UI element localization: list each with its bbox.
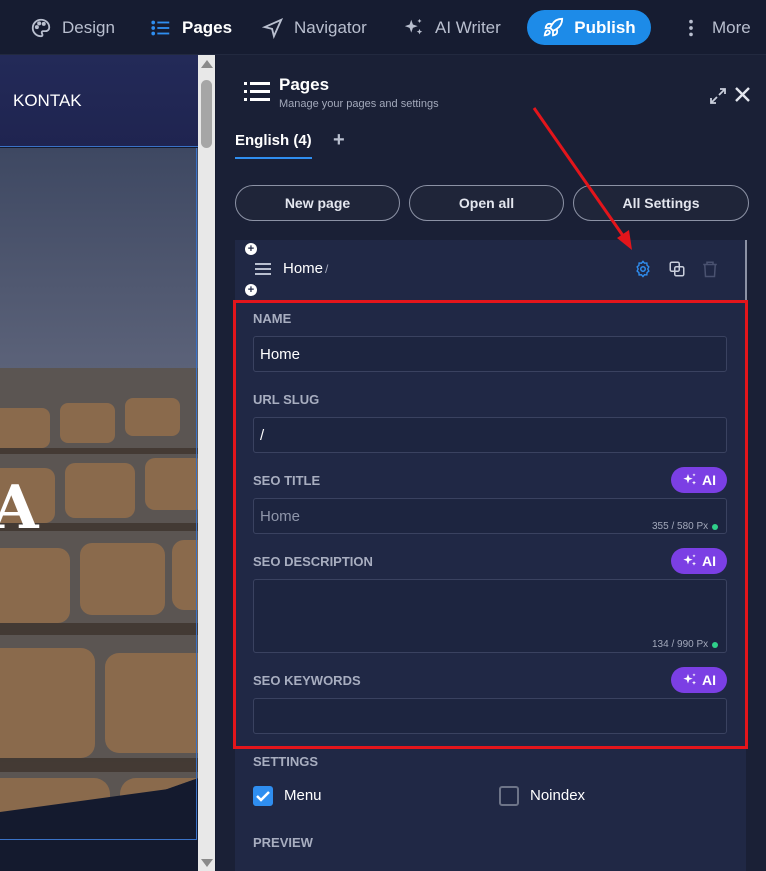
ai-label: AI bbox=[702, 472, 716, 488]
ai-writer-label: AI Writer bbox=[435, 17, 501, 37]
scroll-down-arrow-icon[interactable] bbox=[201, 859, 213, 867]
page-item-title[interactable]: Home / bbox=[283, 260, 328, 277]
publish-label: Publish bbox=[574, 17, 636, 37]
navigation-arrow-icon bbox=[262, 17, 284, 39]
name-input[interactable]: Home bbox=[253, 336, 727, 372]
seo-description-counter-text: 134 / 990 Px bbox=[652, 639, 709, 650]
url-slug-input[interactable]: / bbox=[253, 417, 727, 453]
settings-label: SETTINGS bbox=[253, 754, 319, 769]
more-label: More bbox=[712, 17, 751, 37]
noindex-checkbox[interactable] bbox=[499, 786, 519, 806]
menu-checkbox[interactable] bbox=[253, 786, 273, 806]
noindex-checkbox-label: Noindex bbox=[530, 787, 586, 804]
ai-writer-tab[interactable]: AI Writer bbox=[403, 0, 501, 55]
gear-icon[interactable] bbox=[634, 260, 652, 278]
scroll-up-arrow-icon[interactable] bbox=[201, 60, 213, 68]
add-page-below-icon[interactable]: + bbox=[245, 284, 257, 296]
more-vertical-icon bbox=[689, 19, 693, 36]
nav-link-kontak[interactable]: KONTAK bbox=[13, 91, 82, 111]
pages-tab[interactable]: Pages bbox=[150, 0, 232, 55]
palette-icon bbox=[31, 18, 51, 37]
add-page-above-icon[interactable]: + bbox=[245, 243, 257, 255]
top-toolbar: Design Pages Navigator AI Writer Publish… bbox=[0, 0, 766, 55]
seo-title-counter: 355 / 580 Px bbox=[652, 521, 719, 532]
sparkles-icon bbox=[683, 673, 696, 685]
design-tab[interactable]: Design bbox=[30, 0, 115, 55]
open-all-button[interactable]: Open all bbox=[409, 185, 564, 221]
menu-checkbox-label: Menu bbox=[284, 787, 322, 804]
hero-heading-fragment: A bbox=[0, 473, 39, 543]
more-menu[interactable]: More bbox=[680, 0, 751, 55]
scroll-thumb[interactable] bbox=[201, 80, 212, 148]
page-name-label: Home bbox=[283, 260, 324, 277]
trash-icon bbox=[703, 261, 717, 278]
canvas-scrollbar[interactable] bbox=[198, 55, 215, 871]
card-edge bbox=[745, 240, 747, 300]
seo-title-counter-text: 355 / 580 Px bbox=[652, 521, 709, 532]
url-slug-label: URL SLUG bbox=[253, 392, 320, 407]
preview-label: PREVIEW bbox=[253, 835, 313, 850]
seo-keywords-ai-button[interactable]: AI bbox=[671, 667, 727, 693]
sparkles-icon bbox=[683, 473, 696, 485]
close-icon[interactable] bbox=[734, 86, 751, 103]
sparkles-icon bbox=[404, 18, 423, 34]
status-dot bbox=[712, 641, 719, 648]
ai-label: AI bbox=[702, 553, 716, 569]
status-dot bbox=[712, 523, 719, 530]
panel-subtitle: Manage your pages and settings bbox=[279, 98, 439, 110]
pages-list-icon bbox=[244, 82, 270, 101]
navigator-tab[interactable]: Navigator bbox=[262, 0, 367, 55]
site-navbar: KONTAK bbox=[0, 55, 198, 147]
pages-panel: Pages Manage your pages and settings Eng… bbox=[216, 55, 766, 871]
drag-handle-icon[interactable] bbox=[255, 263, 271, 275]
all-settings-button[interactable]: All Settings bbox=[573, 185, 749, 221]
seo-description-ai-button[interactable]: AI bbox=[671, 548, 727, 574]
list-icon bbox=[151, 20, 170, 35]
add-language-button[interactable]: + bbox=[333, 129, 345, 152]
seo-keywords-label: SEO KEYWORDS bbox=[253, 673, 361, 688]
seo-description-counter: 134 / 990 Px bbox=[652, 639, 719, 650]
checkmark-icon bbox=[256, 791, 270, 802]
seo-title-ai-button[interactable]: AI bbox=[671, 467, 727, 493]
pages-label: Pages bbox=[182, 17, 233, 37]
ai-label: AI bbox=[702, 672, 716, 688]
auditorium-chairs-image bbox=[0, 368, 198, 848]
expand-icon[interactable] bbox=[710, 88, 726, 104]
panel-title: Pages bbox=[279, 75, 330, 94]
tab-english[interactable]: English (4) bbox=[235, 132, 312, 159]
duplicate-icon[interactable] bbox=[668, 260, 686, 278]
sparkles-icon bbox=[683, 554, 696, 566]
page-slug-label: / bbox=[325, 262, 329, 276]
website-canvas[interactable]: A KONTAK bbox=[0, 55, 198, 871]
name-label: NAME bbox=[253, 311, 292, 326]
rocket-icon bbox=[543, 17, 564, 36]
seo-title-label: SEO TITLE bbox=[253, 473, 321, 488]
seo-description-label: SEO DESCRIPTION bbox=[253, 554, 373, 569]
design-label: Design bbox=[62, 17, 115, 37]
seo-keywords-input[interactable] bbox=[253, 698, 727, 734]
publish-button[interactable]: Publish bbox=[527, 10, 651, 45]
new-page-button[interactable]: New page bbox=[235, 185, 400, 221]
navigator-label: Navigator bbox=[294, 17, 367, 37]
